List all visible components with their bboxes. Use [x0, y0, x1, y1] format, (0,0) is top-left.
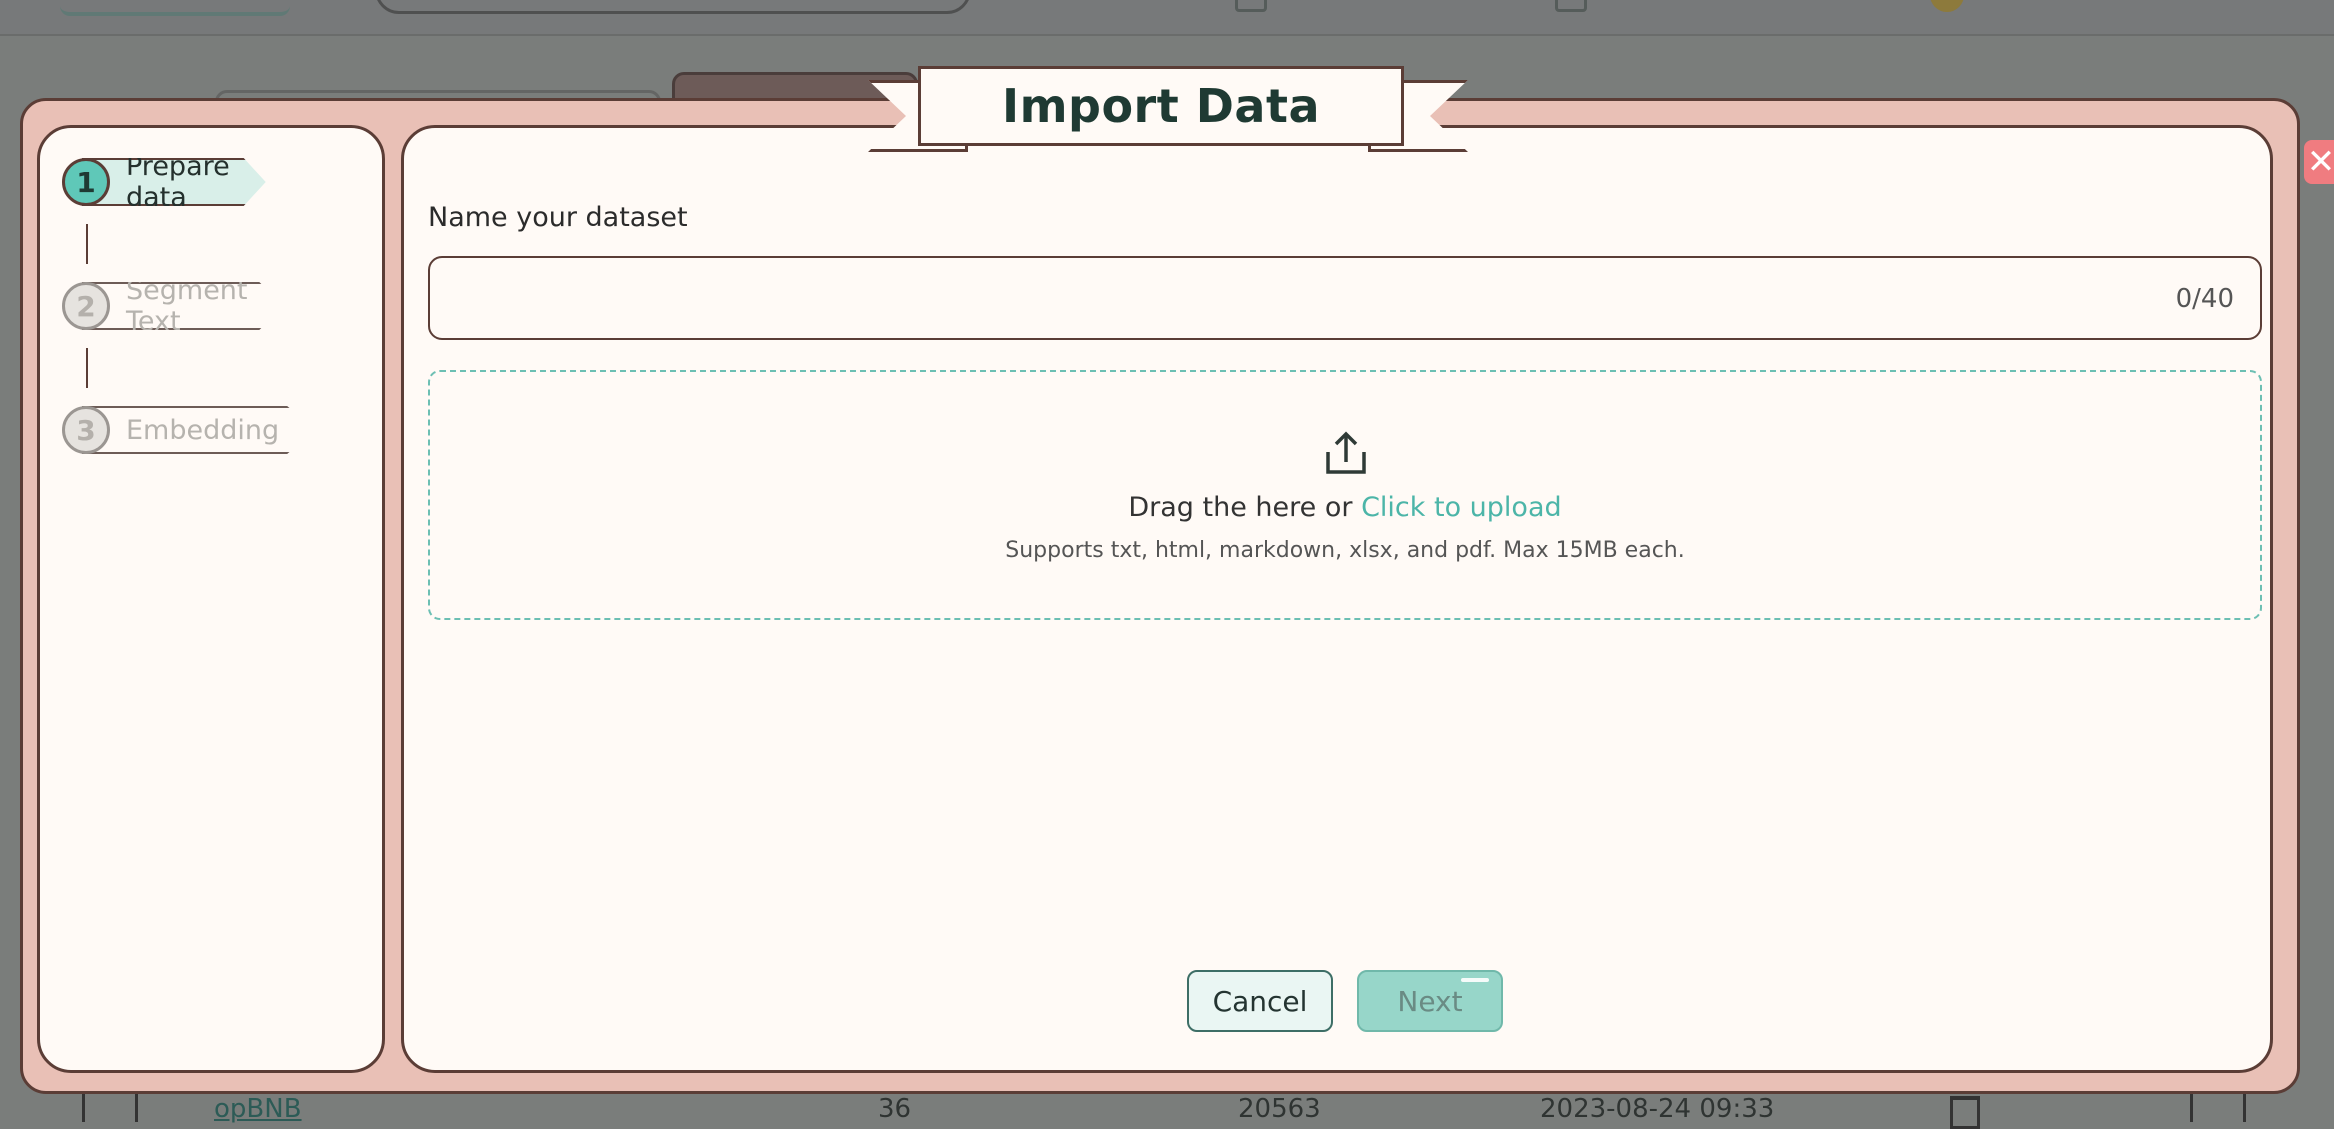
background-coin-icon: [1930, 0, 1964, 12]
dataset-name-label: Name your dataset: [428, 202, 688, 233]
step-number: 1: [62, 158, 110, 206]
upload-dropzone[interactable]: Drag the here or Click to upload Support…: [428, 370, 2262, 620]
step-connector: [86, 224, 88, 264]
ribbon-banner: Import Data: [918, 66, 1404, 146]
click-to-upload-link[interactable]: Click to upload: [1361, 492, 1562, 523]
step-number: 3: [62, 406, 110, 454]
close-button[interactable]: ✕: [2304, 140, 2334, 184]
background-bag-icon: [1555, 0, 1587, 12]
background-search-bar: [375, 0, 971, 14]
background-logo: [60, 0, 290, 16]
background-row-handle-right: [2190, 1092, 2246, 1122]
next-button-label: Next: [1397, 984, 1463, 1018]
background-trash-icon: [1950, 1096, 1980, 1129]
character-counter: 0/40: [2175, 284, 2234, 314]
steps-panel: [37, 125, 385, 1073]
upload-prompt-line: Drag the here or Click to upload: [430, 492, 2260, 523]
upload-icon: [1326, 431, 1366, 474]
background-book-icon: [1235, 0, 1267, 12]
background-row-size: 20563: [1238, 1094, 1321, 1124]
background-row-handle: [82, 1092, 138, 1122]
background-table-row: opBNB 36 20563 2023-08-24 09:33: [0, 1092, 2334, 1124]
next-button[interactable]: Next: [1357, 970, 1503, 1032]
step-number: 2: [62, 282, 110, 330]
dataset-name-input[interactable]: [450, 276, 2114, 322]
step-label: Embedding: [82, 406, 316, 454]
button-shine: [1461, 978, 1489, 982]
background-topbar: [0, 0, 2334, 36]
step-connector: [86, 348, 88, 388]
dataset-name-field[interactable]: 0/40: [428, 256, 2262, 340]
modal-title: Import Data: [1001, 79, 1321, 133]
background-row-time: 2023-08-24 09:33: [1540, 1094, 1775, 1124]
step-label: Segment Text: [82, 282, 284, 330]
upload-prompt: Drag the here or: [1128, 492, 1362, 523]
background-row-name: opBNB: [214, 1094, 302, 1124]
cancel-button[interactable]: Cancel: [1187, 970, 1333, 1032]
background-row-count: 36: [878, 1094, 912, 1124]
upload-hint: Supports txt, html, markdown, xlsx, and …: [1005, 538, 1685, 563]
title-ribbon: Import Data: [868, 66, 1468, 158]
